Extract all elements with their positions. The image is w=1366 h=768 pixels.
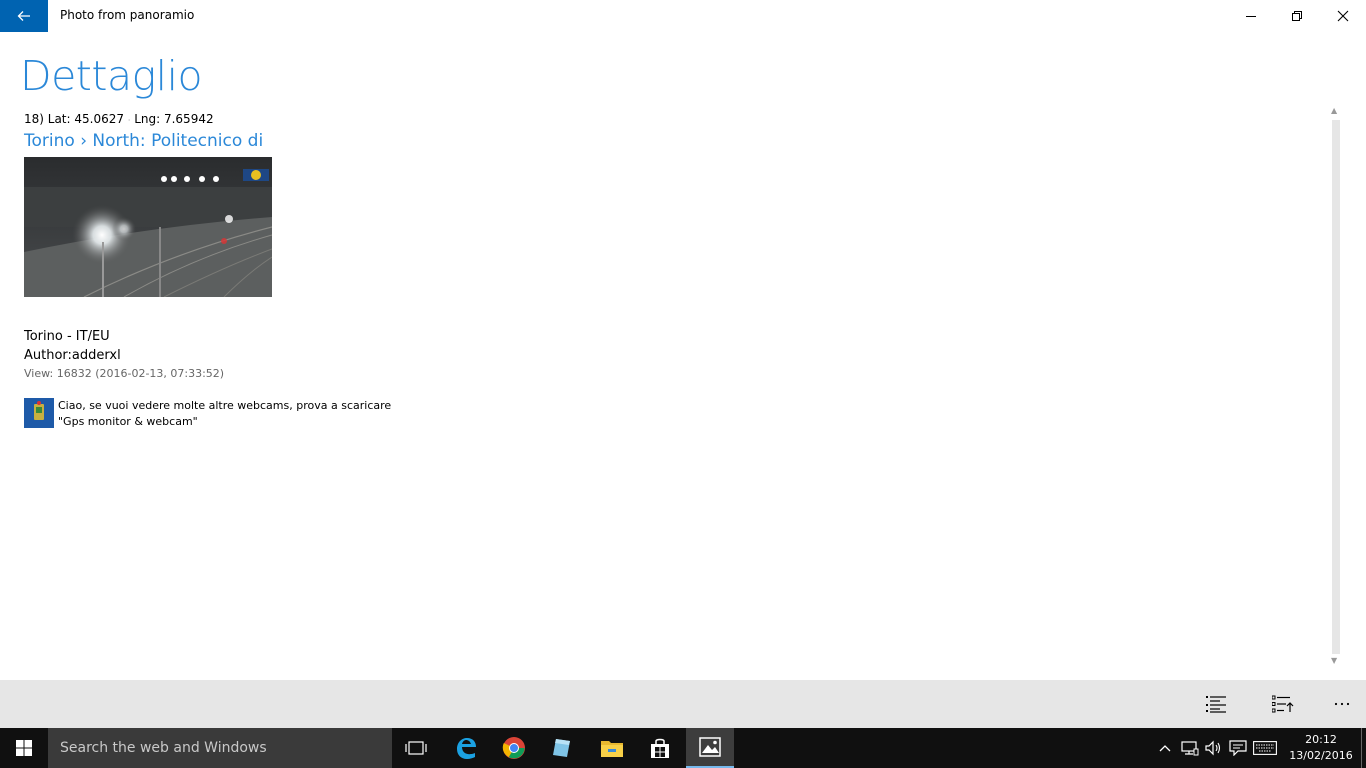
close-icon	[1337, 10, 1349, 22]
windows-logo-icon	[16, 740, 32, 756]
store-icon	[651, 738, 669, 758]
chevron-up-icon	[1159, 745, 1171, 752]
search-placeholder: Search the web and Windows	[60, 740, 267, 756]
close-button[interactable]	[1320, 0, 1366, 32]
taskbar: Search the web and Windows 20:12 13/02/2…	[0, 728, 1366, 768]
latitude-text: 18) Lat: 45.0627	[24, 112, 124, 126]
action-center-button[interactable]	[1229, 738, 1247, 758]
comment-text: Ciao, se vuoi vedere molte altre webcams…	[58, 398, 398, 430]
task-view-button[interactable]	[392, 728, 440, 768]
clock-time: 20:12	[1305, 733, 1337, 746]
app-icon	[553, 739, 570, 757]
more-icon	[1334, 702, 1350, 706]
task-view-icon	[405, 741, 427, 755]
page-title: Dettaglio	[20, 52, 203, 100]
start-button[interactable]	[0, 728, 48, 768]
store-button[interactable]	[636, 728, 684, 768]
minimize-button[interactable]	[1228, 0, 1274, 32]
show-desktop-button[interactable]	[1361, 728, 1362, 768]
coords-separator: ·	[127, 116, 131, 125]
edge-button[interactable]	[442, 728, 490, 768]
coordinates: 18) Lat: 45.0627 · Lng: 7.65942	[24, 112, 214, 126]
photos-icon	[699, 737, 721, 757]
longitude-text: Lng: 7.65942	[134, 112, 214, 126]
network-icon	[1181, 741, 1199, 756]
more-button[interactable]	[1318, 680, 1366, 728]
scroll-up-icon[interactable]: ▲	[1331, 106, 1337, 115]
comment-avatar	[24, 398, 54, 428]
volume-button[interactable]	[1205, 738, 1223, 758]
scroll-thumb[interactable]	[1332, 120, 1340, 654]
touch-keyboard-button[interactable]	[1253, 738, 1277, 758]
notifications-icon	[1229, 740, 1247, 756]
place-link[interactable]: Torino › North: Politecnico di	[24, 131, 263, 151]
webcam-photo[interactable]	[24, 157, 272, 297]
edge-icon	[457, 738, 476, 759]
back-button[interactable]	[0, 0, 48, 32]
minimize-icon	[1246, 16, 1256, 17]
keyboard-icon	[1253, 741, 1277, 755]
search-box[interactable]: Search the web and Windows	[48, 728, 392, 768]
show-hidden-icons-button[interactable]	[1158, 738, 1172, 758]
clock-date: 13/02/2016	[1289, 749, 1353, 762]
author-text: Author:adderxl	[24, 348, 121, 363]
vertical-scrollbar[interactable]: ▲ ▼	[1330, 106, 1342, 668]
list-sort-icon	[1272, 695, 1294, 713]
scroll-down-icon[interactable]: ▼	[1331, 656, 1337, 665]
back-arrow-icon	[17, 11, 30, 21]
file-explorer-icon	[601, 741, 623, 757]
photos-button[interactable]	[686, 728, 734, 768]
file-explorer-button[interactable]	[588, 728, 636, 768]
list-button[interactable]	[1192, 680, 1240, 728]
location-text: Torino - IT/EU	[24, 329, 110, 344]
restore-icon	[1292, 11, 1302, 21]
views-text: View: 16832 (2016-02-13, 07:33:52)	[24, 367, 225, 380]
volume-icon	[1205, 740, 1221, 756]
title-bar: Photo from panoramio	[0, 0, 1366, 32]
restore-button[interactable]	[1274, 0, 1320, 32]
list-sort-button[interactable]	[1259, 680, 1307, 728]
comment-line-2: "Gps monitor & webcam"	[58, 415, 198, 428]
command-bar	[0, 680, 1366, 728]
chrome-icon	[502, 737, 525, 759]
network-button[interactable]	[1181, 738, 1199, 758]
chrome-button[interactable]	[490, 728, 538, 768]
window-title: Photo from panoramio	[60, 8, 195, 22]
app-button[interactable]	[538, 728, 586, 768]
clock[interactable]: 20:12 13/02/2016	[1286, 732, 1356, 764]
comment-line-1: Ciao, se vuoi vedere molte altre webcams…	[58, 399, 392, 412]
list-icon	[1206, 696, 1226, 713]
